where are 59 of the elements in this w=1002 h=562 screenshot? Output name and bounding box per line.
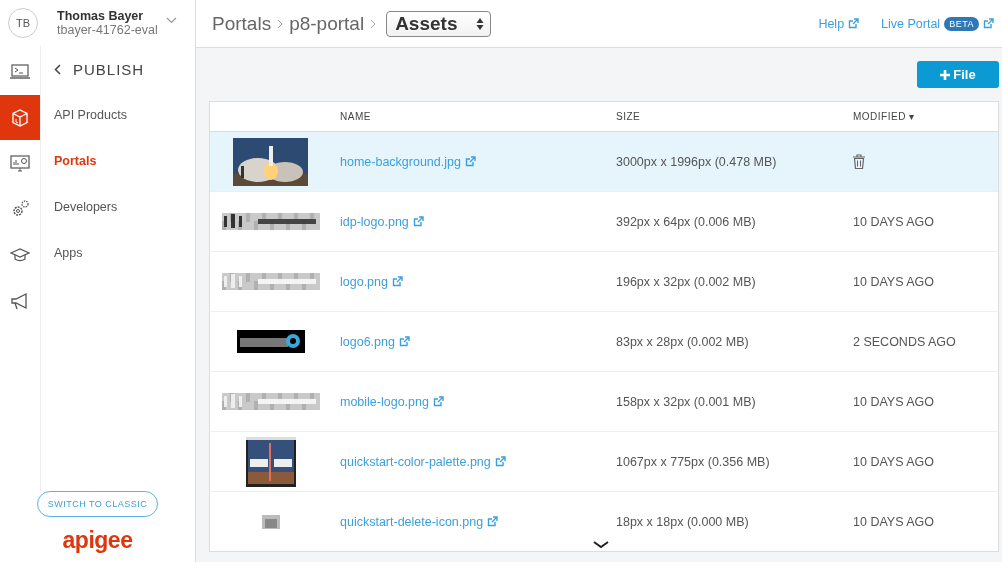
external-link-icon: [412, 216, 424, 227]
account-name: Thomas Bayer: [57, 9, 145, 23]
live-portal-link[interactable]: Live Portal BETA: [881, 16, 994, 31]
modified-time: 2 SECONDS AGO: [853, 334, 956, 349]
monitor-chart-icon: [10, 153, 30, 173]
nav-item[interactable]: API Products: [41, 92, 195, 138]
box-icon: [10, 108, 30, 128]
file-size: 83px x 28px (0.002 MB): [616, 334, 749, 349]
file-size: 18px x 18px (0.000 MB): [616, 514, 749, 529]
file-size: 196px x 32px (0.002 MB): [616, 274, 756, 289]
external-link-icon: [848, 18, 860, 29]
chevron-down-icon[interactable]: [593, 541, 609, 549]
modified-time: 10 DAYS AGO: [853, 274, 935, 289]
column-header[interactable]: NAME: [340, 111, 371, 122]
breadcrumb-link[interactable]: p8-portal: [289, 12, 365, 35]
gears-icon: [10, 199, 30, 219]
modified-time: 10 DAYS AGO: [853, 454, 935, 469]
external-link-icon: [983, 18, 994, 29]
back-icon[interactable]: [54, 63, 61, 75]
table-row[interactable]: home-background.jpg 3000px x 1996px (0.478 MB): [210, 132, 998, 192]
section-title: PUBLISH: [73, 60, 145, 78]
file-size: 158px x 32px (0.001 MB): [616, 394, 756, 409]
file-size: 3000px x 1996px (0.478 MB): [616, 154, 777, 169]
plus-icon: [940, 69, 951, 80]
external-link-icon: [464, 156, 476, 167]
page-select[interactable]: Assets: [386, 10, 492, 37]
modified-time: 10 DAYS AGO: [853, 394, 935, 409]
table-row[interactable]: quickstart-delete-icon.png 18px x 18px (0.000 MB) 10 DAYS AGO: [210, 492, 998, 551]
chevron-right-icon: [370, 18, 377, 29]
live-portal-label: Live Portal: [881, 16, 941, 31]
file-size: 1067px x 775px (0.356 MB): [616, 454, 770, 469]
modified-time: 10 DAYS AGO: [853, 514, 935, 529]
sort-arrows-icon: [476, 16, 485, 31]
brand-logo: apigee: [62, 527, 133, 554]
breadcrumb-link[interactable]: Portals: [212, 12, 272, 35]
megaphone-icon: [10, 290, 30, 310]
table-row[interactable]: logo6.png 83px x 28px (0.002 MB) 2 SECONDS AGO: [210, 312, 998, 372]
column-header[interactable]: SIZE: [616, 111, 641, 122]
nav-item[interactable]: Portals: [41, 138, 195, 184]
organization-name: tbayer-41762-eval: [57, 23, 158, 37]
external-link-icon: [494, 456, 506, 467]
external-link-icon: [432, 396, 444, 407]
nav-item[interactable]: Apps: [41, 230, 195, 276]
external-link-icon: [391, 276, 403, 287]
external-link-icon: [487, 516, 499, 527]
rail-button[interactable]: [0, 94, 40, 141]
terminal-icon: [10, 62, 30, 82]
table-row[interactable]: mobile-logo.png 158px x 32px (0.001 MB) 10 DAYS AGO: [210, 372, 998, 432]
trash-icon[interactable]: [853, 154, 865, 169]
table-row[interactable]: logo.png 196px x 32px (0.002 MB) 10 DAYS AGO: [210, 252, 998, 312]
table-row[interactable]: idp-logo.png 392px x 64px (0.006 MB) 10 DAYS AGO: [210, 192, 998, 252]
chevron-right-icon: [277, 18, 284, 29]
nav-item[interactable]: Developers: [41, 184, 195, 230]
modified-time: 10 DAYS AGO: [853, 214, 935, 229]
beta-badge: BETA: [944, 16, 979, 31]
file-size: 392px x 64px (0.006 MB): [616, 214, 756, 229]
column-header[interactable]: MODIFIED ▾: [853, 111, 915, 122]
table-row[interactable]: quickstart-color-palette.png 1067px x 775px (0.356 MB) 10 DAYS AGO: [210, 432, 998, 492]
external-link-icon: [398, 336, 410, 347]
